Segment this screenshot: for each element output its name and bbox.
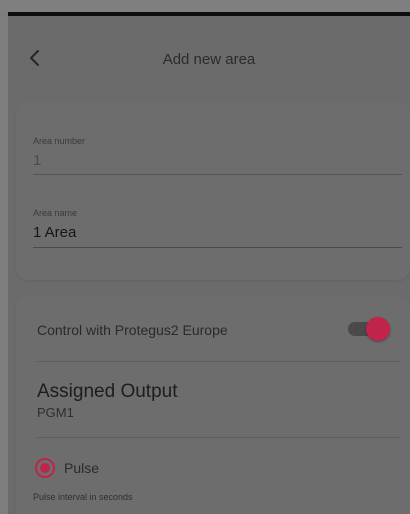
area-name-field[interactable]: 1 Area <box>33 224 76 241</box>
app-frame: Add new area Area number 1 Area name 1 A… <box>0 0 410 514</box>
area-number-field[interactable]: 1 <box>33 152 41 169</box>
area-card: Area number 1 Area name 1 Area <box>16 102 410 280</box>
screen: Add new area Area number 1 Area name 1 A… <box>8 16 410 514</box>
control-label: Control with Protegus2 Europe <box>37 322 228 338</box>
area-name-underline <box>33 247 402 248</box>
pulse-interval-label: Pulse interval in seconds <box>33 492 133 502</box>
area-number-label: Area number <box>33 136 86 146</box>
control-card: Control with Protegus2 Europe Assigned O… <box>16 296 410 514</box>
header: Add new area <box>8 16 410 102</box>
area-name-label: Area name <box>33 208 78 218</box>
radio-selected-dot <box>40 463 50 473</box>
area-number-underline <box>33 174 402 175</box>
pulse-label: Pulse <box>64 460 100 476</box>
divider <box>37 361 400 362</box>
assigned-output-value[interactable]: PGM1 <box>37 405 74 420</box>
toggle-thumb <box>366 317 390 341</box>
left-edge <box>0 12 8 514</box>
control-toggle[interactable] <box>346 317 390 341</box>
page-title: Add new area <box>162 51 256 68</box>
status-bar-strip <box>0 0 410 12</box>
pulse-radio[interactable] <box>35 458 55 478</box>
divider <box>37 437 400 438</box>
assigned-output-title: Assigned Output <box>37 381 178 402</box>
